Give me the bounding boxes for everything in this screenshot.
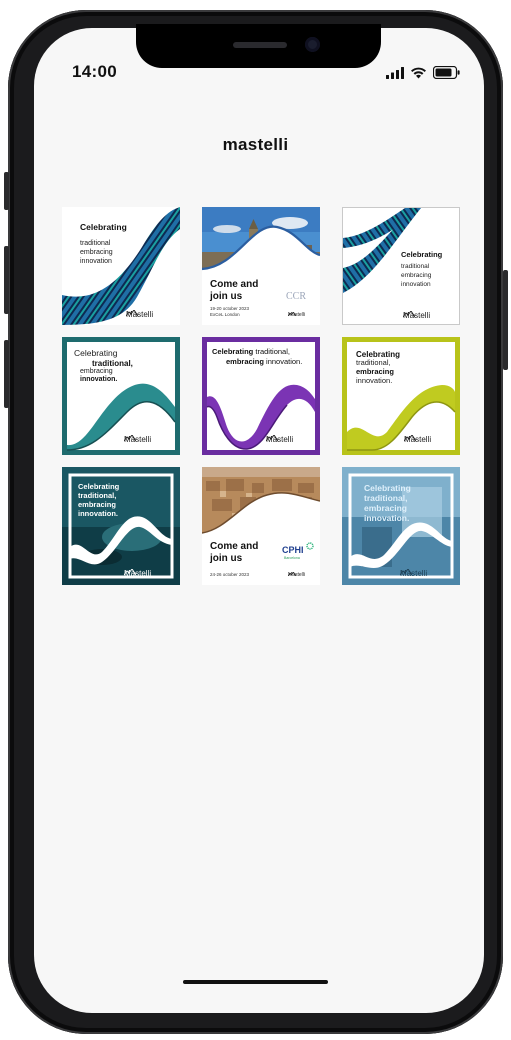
- wifi-icon: [411, 67, 426, 78]
- brand-logo: Mastelli: [404, 435, 431, 444]
- tile-text: traditional,: [255, 347, 290, 356]
- tile-text: embracing: [80, 368, 113, 375]
- tile-text-bold: embracing: [226, 357, 264, 366]
- tile-text: innovation.: [364, 513, 410, 523]
- mountain-logo-icon: [288, 572, 296, 576]
- brand-logo: Mastelli: [124, 435, 151, 444]
- tile-text: traditional: [80, 240, 111, 247]
- mountain-logo-icon: [404, 435, 416, 441]
- grid-tile-2[interactable]: Come and join us CCR 19-20 october 2023 …: [202, 207, 320, 325]
- home-indicator[interactable]: [183, 980, 328, 984]
- brand-logo: Mastelli: [124, 569, 151, 578]
- city-aerial-photo: [202, 467, 320, 585]
- status-time: 14:00: [72, 62, 117, 81]
- brand-logo: Mastelli: [403, 311, 430, 320]
- event-badge: CPHI: [282, 545, 304, 555]
- status-indicators: [386, 66, 460, 79]
- headline-bold: Come and: [210, 279, 259, 290]
- tile-headline-2: embracing innovation.: [226, 357, 303, 367]
- power-button: [503, 270, 508, 370]
- grid-tile-8[interactable]: Come and join us CPHI Barcelona 24-26 oc…: [202, 467, 320, 585]
- event-badge-sub: Barcelona: [284, 556, 300, 560]
- brand-logo: Mastelli: [400, 569, 427, 578]
- tile-text-bold: Celebrating: [212, 347, 254, 356]
- cphi-star-icon: [306, 542, 314, 550]
- event-date: 24-26 october 2023: [210, 572, 250, 577]
- mountain-logo-icon: [266, 435, 278, 441]
- tile-text: innovation.: [266, 357, 303, 366]
- battery-icon: [433, 66, 460, 79]
- tile-text: innovation.: [78, 509, 118, 518]
- mountain-logo-icon: [124, 569, 136, 575]
- tile-text: embracing: [80, 249, 113, 256]
- tile-text: innovation: [80, 258, 112, 265]
- mountain-logo-icon: [288, 312, 296, 316]
- event-venue: ExCeL London: [210, 312, 240, 317]
- tile-heading: Celebrating: [401, 250, 443, 259]
- tile-text-bold: traditional,: [92, 359, 133, 368]
- tile-heading: Celebrating: [80, 222, 127, 232]
- tile-text: innovation.: [356, 376, 393, 385]
- mountain-logo-icon: [403, 311, 415, 317]
- mountain-logo-icon: [124, 435, 136, 441]
- speaker-grille: [233, 42, 287, 48]
- tile-headline: Come and: [210, 279, 258, 291]
- brand-logo: Mastelli: [288, 572, 305, 578]
- grid-tile-1[interactable]: Celebrating traditional embracing innova…: [62, 207, 180, 325]
- event-badge: CCR: [286, 291, 307, 302]
- tile-heading: Celebrating: [74, 348, 118, 358]
- event-date: 19-20 october 2023: [210, 306, 250, 311]
- tile-headline: Come and: [210, 541, 259, 552]
- brand-logo: Mastelli: [288, 312, 305, 318]
- grid-tile-5[interactable]: Celebrating traditional, embracing innov…: [202, 337, 320, 455]
- grid-tile-9[interactable]: Celebrating traditional, embracing innov…: [342, 467, 460, 585]
- tile-text-bold: innovation.: [80, 376, 118, 383]
- silent-switch: [4, 172, 9, 210]
- tile-text: embracing: [401, 272, 432, 279]
- grid-tile-4[interactable]: Celebrating traditional, embracing innov…: [62, 337, 180, 455]
- front-camera: [305, 37, 320, 52]
- brand-logo: Mastelli: [126, 310, 153, 319]
- volume-down-button: [4, 340, 9, 408]
- mountain-logo-icon: [400, 569, 412, 575]
- tile-headline: Celebrating traditional,: [212, 347, 290, 357]
- tile-text: innovation: [401, 281, 431, 288]
- tile-headline-2: join us: [210, 291, 243, 302]
- grid-tile-3[interactable]: Celebrating traditional embracing innova…: [342, 207, 460, 325]
- volume-up-button: [4, 246, 9, 314]
- brand-logo: Mastelli: [266, 435, 293, 444]
- grid-tile-7[interactable]: Celebrating traditional, embracing innov…: [62, 467, 180, 585]
- tile-text: traditional: [401, 263, 430, 270]
- mountain-logo-icon: [126, 310, 138, 316]
- cellular-signal-icon: [386, 66, 404, 79]
- tile-headline-2: join us: [210, 553, 243, 564]
- grid-tile-6[interactable]: Celebrating traditional, embracing innov…: [342, 337, 460, 455]
- app-title: mastelli: [222, 135, 289, 154]
